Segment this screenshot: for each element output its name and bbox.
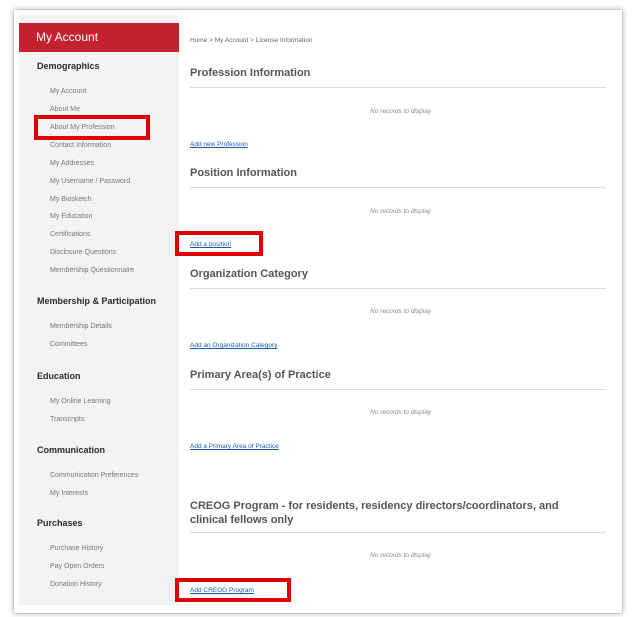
divider xyxy=(190,389,606,390)
divider xyxy=(190,532,606,533)
empty-message-profession: No records to display xyxy=(370,108,432,115)
sidebar-item-membership-details[interactable]: Membership Details xyxy=(50,323,112,330)
sidebar-item-disclosure-questions[interactable]: Disclosure Questions xyxy=(50,249,116,256)
add-primary-area-link[interactable]: Add a Primary Area of Practice xyxy=(190,443,279,450)
sidebar-item-pay-open-orders[interactable]: Pay Open Orders xyxy=(50,563,104,570)
add-organization-category-link[interactable]: Add an Organization Category xyxy=(190,342,277,349)
sidebar-item-my-account[interactable]: My Account xyxy=(50,88,86,95)
sidebar xyxy=(19,15,179,605)
sidebar-item-donation-history[interactable]: Donation History xyxy=(50,581,102,588)
sidebar-item-committees[interactable]: Committees xyxy=(50,341,87,348)
add-profession-link[interactable]: Add new Profession xyxy=(190,141,248,148)
divider xyxy=(190,187,606,188)
sidebar-item-contact-information[interactable]: Contact Information xyxy=(50,142,111,149)
block-title-profession: Profession Information xyxy=(190,67,311,79)
sidebar-item-my-addresses[interactable]: My Addresses xyxy=(50,160,94,167)
sidebar-header: My Account xyxy=(19,23,179,52)
highlight-add-position xyxy=(175,231,263,256)
section-title-demographics: Demographics xyxy=(37,61,100,71)
empty-message-organization: No records to display xyxy=(370,308,432,315)
sidebar-item-about-me[interactable]: About Me xyxy=(50,106,80,113)
empty-message-creog: No records to display xyxy=(370,552,432,559)
divider xyxy=(190,87,606,88)
sidebar-item-transcripts[interactable]: Transcripts xyxy=(50,416,84,423)
sidebar-item-my-education[interactable]: My Education xyxy=(50,213,92,220)
section-title-education: Education xyxy=(37,371,81,381)
section-title-communication: Communication xyxy=(37,445,106,455)
sidebar-item-certifications[interactable]: Certifications xyxy=(50,231,90,238)
divider xyxy=(190,288,606,289)
empty-message-position: No records to display xyxy=(370,208,432,215)
sidebar-item-my-interests[interactable]: My Interests xyxy=(50,490,88,497)
highlight-about-my-profession xyxy=(34,115,150,140)
sidebar-item-purchase-history[interactable]: Purchase History xyxy=(50,545,103,552)
block-title-creog: CREOG Program - for residents, residency… xyxy=(190,500,559,526)
section-title-purchases: Purchases xyxy=(37,518,83,528)
sidebar-item-my-biosketch[interactable]: My Biosketch xyxy=(50,196,92,203)
block-title-organization-category: Organization Category xyxy=(190,268,308,280)
sidebar-item-communication-preferences[interactable]: Communication Preferences xyxy=(50,472,138,479)
section-title-membership: Membership & Participation xyxy=(37,296,157,306)
highlight-add-creog-program xyxy=(175,578,291,602)
block-title-position: Position Information xyxy=(190,167,297,179)
sidebar-item-username-password[interactable]: My Username / Password xyxy=(50,178,130,185)
breadcrumb: Home > My Account > License Information xyxy=(190,37,313,44)
empty-message-primary-area: No records to display xyxy=(370,409,432,416)
block-title-primary-area: Primary Area(s) of Practice xyxy=(190,369,331,381)
sidebar-item-membership-questionnaire[interactable]: Membership Questionnaire xyxy=(50,267,134,274)
sidebar-item-my-online-learning[interactable]: My Online Learning xyxy=(50,398,111,405)
